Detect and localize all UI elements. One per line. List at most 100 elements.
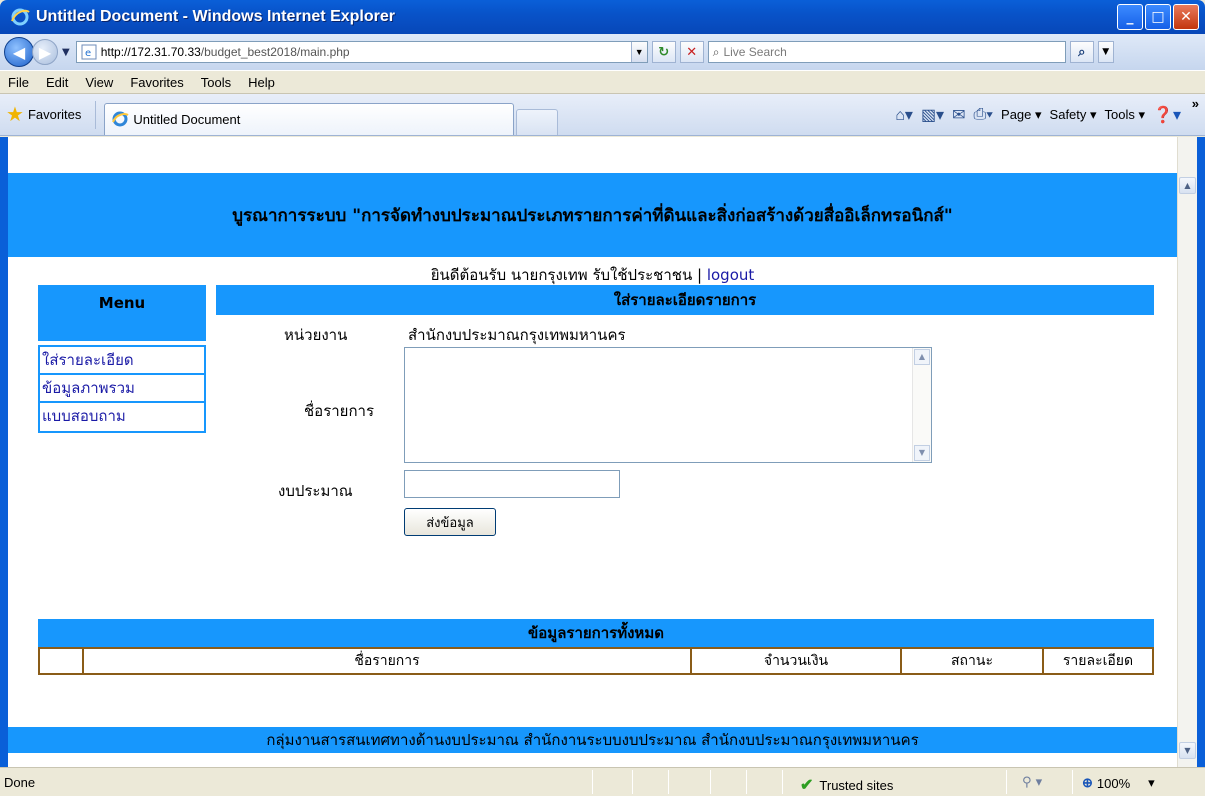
menu-bar: File Edit View Favorites Tools Help: [0, 70, 1205, 94]
page-scroll-up-icon[interactable]: ▲: [1179, 177, 1196, 194]
close-button[interactable]: ✕: [1173, 4, 1199, 30]
page-header: บูรณาการระบบ "การจัดทำงบประมาณประเภทรายก…: [8, 173, 1177, 257]
window-title-bar[interactable]: Untitled Document - Windows Internet Exp…: [0, 0, 1205, 34]
address-input[interactable]: e http://172.31.70.33/budget_best2018/ma…: [75, 41, 648, 63]
item-name-textarea[interactable]: [404, 347, 932, 463]
budget-input[interactable]: [404, 470, 620, 498]
table-title: ข้อมูลรายการทั้งหมด: [38, 619, 1154, 647]
search-input[interactable]: ⌕ Live Search: [707, 41, 1066, 63]
menu-header: Menu: [38, 285, 206, 341]
status-divider: [746, 770, 747, 794]
ie-page-icon: [112, 111, 129, 127]
zoom-dropdown-icon: ▾: [1148, 775, 1155, 790]
menu-file[interactable]: File: [8, 75, 29, 90]
tools-menu-label: Tools: [1104, 106, 1135, 122]
window-frame-left: [0, 137, 8, 767]
mail-icon[interactable]: ✉: [952, 105, 965, 125]
menu-item-questionnaire[interactable]: แบบสอบถาม: [40, 403, 204, 431]
forward-button[interactable]: ▶: [32, 39, 58, 65]
col-header-blank: [38, 647, 84, 675]
search-options-dropdown-icon[interactable]: ▼: [1097, 41, 1114, 63]
status-text: Done: [4, 774, 36, 790]
address-dropdown-icon[interactable]: ▼: [630, 42, 647, 62]
status-divider: [1072, 770, 1073, 794]
page-menu[interactable]: Page ▾: [1001, 107, 1042, 123]
menu-favorites[interactable]: Favorites: [130, 75, 183, 90]
feeds-icon[interactable]: ▧▾: [921, 105, 944, 125]
status-divider: [592, 770, 593, 794]
home-icon[interactable]: ⌂▾: [895, 105, 913, 125]
minimize-button[interactable]: _: [1117, 4, 1143, 30]
scroll-up-icon[interactable]: ▲: [914, 349, 930, 365]
col-header-amount: จำนวนเงิน: [690, 647, 902, 675]
page-title: บูรณาการระบบ "การจัดทำงบประมาณประเภทรายก…: [232, 205, 953, 226]
window-frame-right: [1197, 137, 1205, 767]
refresh-icon[interactable]: ↻: [651, 41, 676, 63]
menu-edit[interactable]: Edit: [46, 75, 68, 90]
favorites-button[interactable]: ★ Favorites: [6, 100, 97, 129]
col-header-details: รายละเอียด: [1042, 647, 1154, 675]
web-content: บูรณาการระบบ "การจัดทำงบประมาณประเภทรายก…: [8, 137, 1177, 767]
logout-link[interactable]: logout: [707, 266, 754, 284]
status-divider: [668, 770, 669, 794]
menu-help[interactable]: Help: [248, 75, 275, 90]
print-icon[interactable]: ⎙▾: [974, 106, 994, 124]
submit-button[interactable]: ส่งข้อมูล: [404, 508, 496, 536]
zoom-level: 100%: [1096, 775, 1131, 791]
page-scroll-down-icon[interactable]: ▼: [1179, 742, 1196, 759]
command-bar: ⌂▾ ▧▾ ✉ ⎙▾ Page ▾ Safety ▾ Tools ▾ ❓▾: [895, 105, 1181, 125]
recent-pages-dropdown-icon[interactable]: ▼: [62, 47, 70, 58]
items-table: ชื่อรายการ จำนวนเงิน สถานะ รายละเอียด: [38, 647, 1154, 675]
textarea-scrollbar[interactable]: ▲ ▼: [912, 348, 931, 462]
safety-menu[interactable]: Safety ▾: [1050, 107, 1097, 123]
ie-logo-icon: [11, 8, 30, 26]
side-menu: ใส่รายละเอียด ข้อมูลภาพรวม แบบสอบถาม: [38, 345, 206, 433]
item-name-label: ชื่อรายการ: [304, 402, 375, 420]
safety-menu-label: Safety: [1049, 106, 1087, 122]
page-scrollbar[interactable]: ▲ ▼: [1177, 137, 1197, 767]
status-divider: [1006, 770, 1007, 794]
col-header-status: สถานะ: [900, 647, 1044, 675]
back-button[interactable]: ◀: [4, 37, 34, 67]
new-tab-button[interactable]: [516, 108, 559, 135]
page-menu-label: Page: [1001, 106, 1032, 122]
tab-bar: ★ Favorites Untitled Document ⌂▾ ▧▾ ✉ ⎙▾…: [0, 94, 1205, 136]
dept-label: หน่วยงาน: [284, 326, 348, 344]
menu-item-overview[interactable]: ข้อมูลภาพรวม: [40, 375, 204, 403]
security-zone[interactable]: ✔ Trusted sites: [800, 775, 893, 795]
search-icon: ⌕: [712, 44, 720, 59]
zoom-icon: ⊕: [1082, 775, 1093, 790]
welcome-line: ยินดีต้อนรับ นายกรุงเทพ รับใช้ประชาชน | …: [8, 263, 1177, 287]
menu-item-enter-details[interactable]: ใส่รายละเอียด: [40, 347, 204, 375]
status-divider: [632, 770, 633, 794]
zone-label: Trusted sites: [819, 777, 894, 793]
page-footer: กลุ่มงานสารสนเทศทางด้านงบประมาณ สำนักงาน…: [8, 727, 1177, 753]
checkmark-icon: ✔: [800, 777, 814, 794]
url-host: http://172.31.70.33: [100, 45, 201, 59]
tools-menu[interactable]: Tools ▾: [1105, 107, 1146, 123]
toolbar-overflow-icon[interactable]: »: [1192, 96, 1199, 111]
welcome-text: ยินดีต้อนรับ นายกรุงเทพ รับใช้ประชาชน |: [430, 266, 707, 284]
zoom-control[interactable]: ⊕ 100% ▾: [1082, 775, 1155, 791]
favorites-label: Favorites: [27, 107, 82, 122]
search-go-icon[interactable]: ⌕: [1069, 41, 1094, 63]
window-title: Untitled Document - Windows Internet Exp…: [36, 8, 395, 25]
address-toolbar: ◀ ▶ ▼ e http://172.31.70.33/budget_best2…: [0, 34, 1205, 70]
menu-view[interactable]: View: [85, 75, 113, 90]
status-divider: [782, 770, 783, 794]
svg-text:e: e: [85, 48, 91, 59]
status-divider: [710, 770, 711, 794]
help-icon[interactable]: ❓▾: [1153, 105, 1181, 125]
menu-tools[interactable]: Tools: [201, 75, 231, 90]
menu-title: Menu: [98, 294, 146, 312]
tab-label: Untitled Document: [133, 111, 241, 127]
tab-untitled-document[interactable]: Untitled Document: [104, 102, 515, 135]
maximize-button[interactable]: □: [1145, 4, 1171, 30]
stop-icon[interactable]: ✕: [679, 41, 704, 63]
scroll-down-icon[interactable]: ▼: [914, 445, 930, 461]
form-title: ใส่รายละเอียดรายการ: [216, 285, 1154, 315]
url-path: /budget_best2018/main.php: [200, 45, 350, 59]
page-icon: e: [81, 44, 97, 60]
budget-label: งบประมาณ: [278, 482, 353, 500]
protected-mode-icon[interactable]: ⚲ ▾: [1022, 775, 1042, 790]
